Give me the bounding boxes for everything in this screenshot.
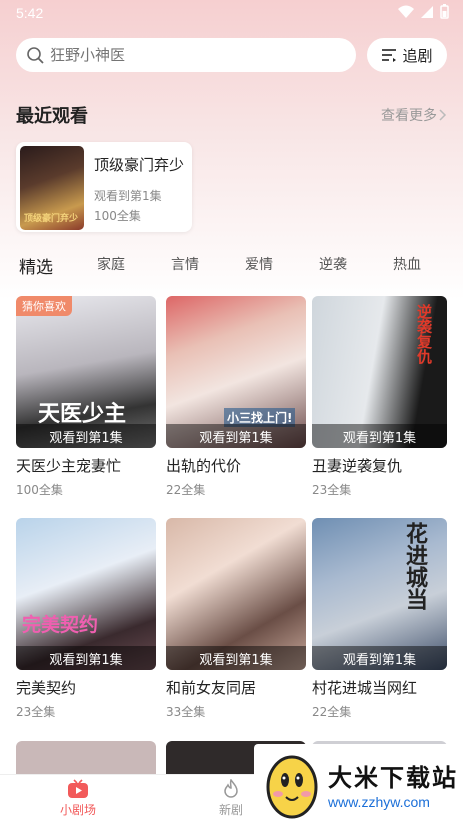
recent-section-title: 最近观看 [16, 106, 88, 127]
search-bar[interactable] [16, 38, 356, 72]
watermark-url: www.zzhyw.com [328, 794, 430, 810]
follow-list-button[interactable]: 追剧 [367, 38, 447, 72]
recent-drama-title: 顶级豪门弃少 [94, 156, 185, 174]
tab-action[interactable]: 热血 [393, 254, 421, 274]
drama-card[interactable]: 完美契约 观看到第1集 完美契约 23全集 [16, 518, 156, 720]
watch-progress: 观看到第1集 [166, 646, 306, 670]
drama-cover: 观看到第1集 [166, 518, 306, 670]
cover-art-title: 花进城当 [402, 522, 427, 610]
episode-count: 23全集 [16, 705, 56, 719]
drama-cover: 花进城当 观看到第1集 [312, 518, 447, 670]
guess-you-like-badge: 猜你喜欢 [16, 296, 72, 316]
search-icon [27, 47, 44, 64]
watermark-text: 大米下载站 [328, 764, 458, 792]
drama-title: 出轨的代价 [166, 457, 242, 475]
chevron-right-icon [439, 109, 447, 121]
watch-progress: 观看到第1集 [16, 646, 156, 670]
drama-card[interactable]: 小三找上门! 观看到第1集 出轨的代价 22全集 [166, 296, 306, 498]
recent-drama-total: 100全集 [94, 209, 141, 223]
watermark-logo [266, 755, 318, 819]
flame-icon [224, 779, 238, 798]
episode-count: 23全集 [312, 483, 352, 497]
watch-progress: 观看到第1集 [16, 424, 156, 448]
follow-list-label: 追剧 [402, 46, 433, 65]
drama-title: 天医少主宠妻忙 [16, 457, 122, 475]
drama-title: 村花进城当网红 [312, 679, 418, 697]
recent-drama-cover: 顶级豪门弃少 [20, 146, 84, 230]
drama-cover: 猜你喜欢 天医少主 观看到第1集 [16, 296, 156, 448]
episode-count: 100全集 [16, 483, 63, 497]
episode-count: 33全集 [166, 705, 206, 719]
watermark: 大米下载站 www.zzhyw.com [254, 744, 463, 824]
watch-progress: 观看到第1集 [312, 646, 447, 670]
tab-love[interactable]: 爱情 [245, 254, 273, 274]
watch-progress: 观看到第1集 [166, 424, 306, 448]
search-input[interactable] [48, 45, 342, 65]
battery-icon [440, 4, 449, 19]
tab-romance[interactable]: 言情 [171, 254, 199, 274]
status-bar: 5:42 [0, 0, 463, 26]
recent-cover-title: 顶级豪门弃少 [24, 214, 79, 224]
drama-card[interactable]: 花进城当 观看到第1集 村花进城当网红 22全集 [312, 518, 447, 720]
recent-drama-card[interactable]: 顶级豪门弃少 顶级豪门弃少 观看到第1集 100全集 [16, 142, 192, 232]
drama-card[interactable]: 猜你喜欢 天医少主 观看到第1集 天医少主宠妻忙 100全集 [16, 296, 156, 498]
play-tv-icon [68, 779, 88, 798]
episode-count: 22全集 [312, 705, 352, 719]
see-more-link[interactable]: 查看更多 [381, 105, 447, 125]
drama-title: 丑妻逆袭复仇 [312, 457, 403, 475]
watch-progress: 观看到第1集 [312, 424, 447, 448]
drama-cover-partial[interactable] [16, 741, 156, 774]
tab-family[interactable]: 家庭 [97, 254, 125, 274]
cover-art-title: 完美契约 [22, 614, 99, 636]
drama-card[interactable]: 逆袭复仇 观看到第1集 丑妻逆袭复仇 23全集 [312, 296, 447, 498]
drama-cover: 小三找上门! 观看到第1集 [166, 296, 306, 448]
status-time: 5:42 [16, 5, 44, 21]
recent-drama-progress: 观看到第1集 [94, 189, 162, 203]
tab-featured[interactable]: 精选 [19, 253, 53, 278]
wifi-icon [398, 5, 414, 18]
cover-art-title: 逆袭复仇 [415, 304, 433, 364]
nav-item-theater[interactable]: 小剧场 [38, 779, 118, 818]
signal-icon [421, 5, 433, 18]
drama-cover: 逆袭复仇 观看到第1集 [312, 296, 447, 448]
drama-title: 完美契约 [16, 679, 77, 697]
drama-cover: 完美契约 观看到第1集 [16, 518, 156, 670]
category-tabs: 精选 家庭 言情 爱情 逆袭 热血 [0, 254, 463, 278]
tab-comeback[interactable]: 逆袭 [319, 254, 347, 274]
episode-count: 22全集 [166, 483, 206, 497]
drama-title: 和前女友同居 [166, 679, 257, 697]
drama-card[interactable]: 观看到第1集 和前女友同居 33全集 [166, 518, 306, 720]
list-icon [382, 49, 397, 62]
